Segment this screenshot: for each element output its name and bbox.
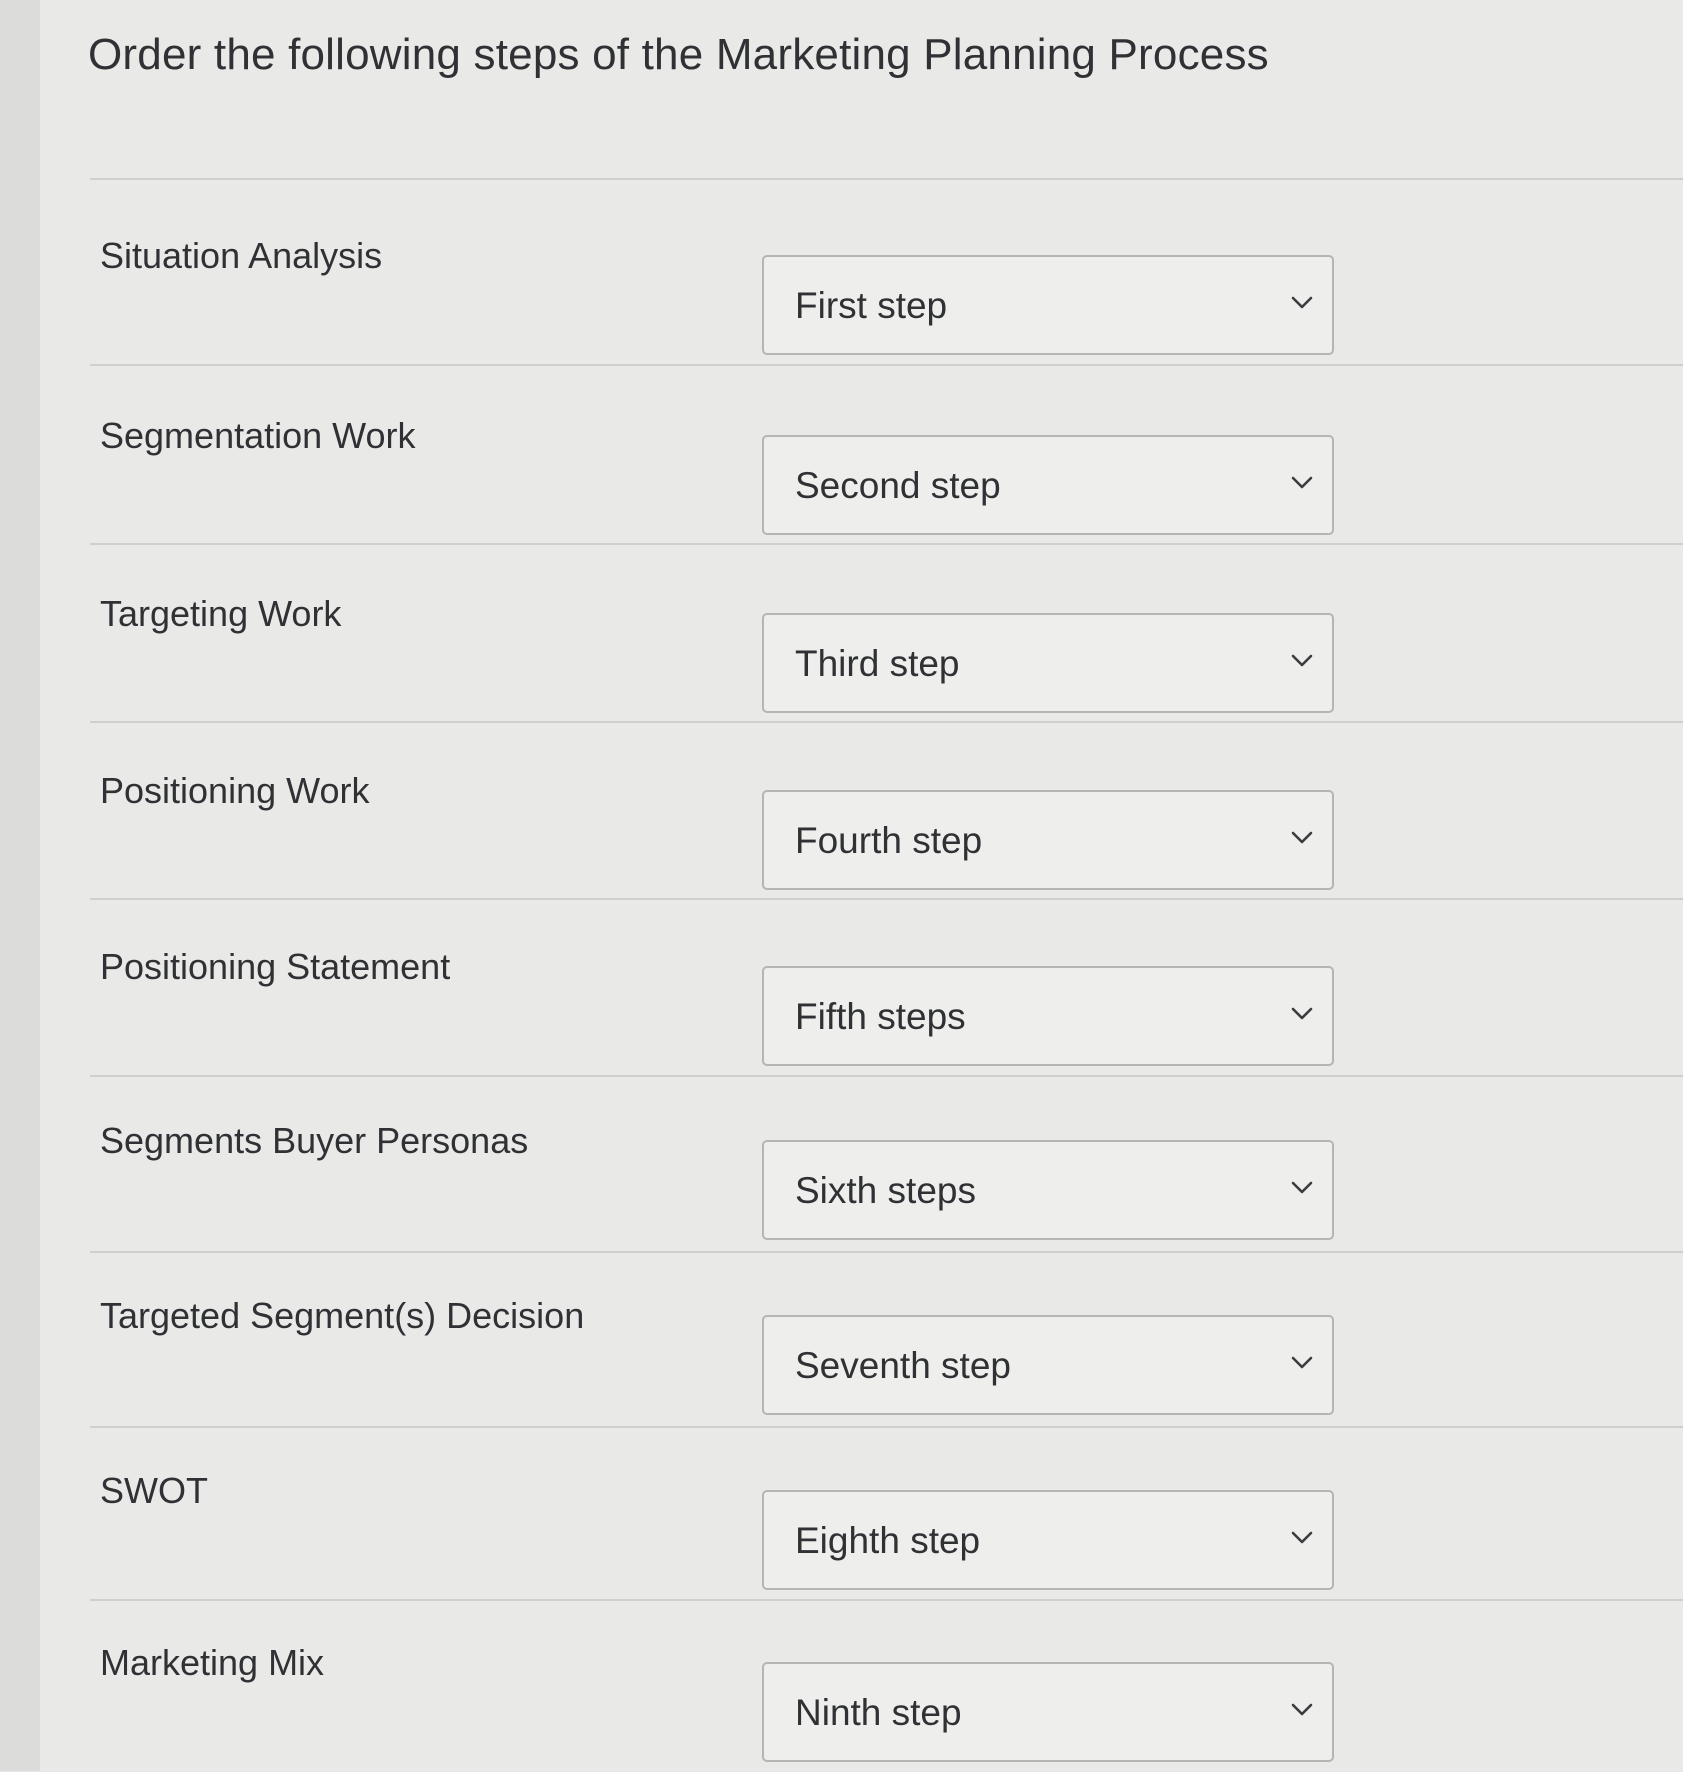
row-divider	[90, 178, 1683, 180]
item-label: Situation Analysis	[100, 235, 383, 276]
dropdown-selected-value: Ninth step	[795, 1692, 962, 1733]
item-label: Segments Buyer Personas	[100, 1120, 529, 1161]
step-dropdown[interactable]: Fifth steps	[762, 966, 1334, 1066]
dropdown-selected-value: Eighth step	[795, 1520, 981, 1561]
step-dropdown[interactable]: First step	[762, 255, 1334, 355]
match-row: Positioning Work Fourth step	[100, 750, 1683, 900]
match-row: Positioning Statement Fifth steps	[100, 926, 1683, 1076]
chevron-down-icon	[1290, 653, 1314, 669]
item-label: Positioning Statement	[100, 946, 451, 987]
match-row: Segmentation Work Second step	[100, 395, 1683, 545]
match-row: SWOT Eighth step	[100, 1450, 1683, 1600]
item-label: SWOT	[100, 1470, 208, 1511]
dropdown-selected-value: Seventh step	[795, 1345, 1011, 1386]
question-title: Order the following steps of the Marketi…	[88, 30, 1269, 79]
dropdown-selected-value: First step	[795, 285, 948, 326]
chevron-down-icon	[1290, 295, 1314, 311]
chevron-down-icon	[1290, 475, 1314, 491]
match-row: Situation Analysis First step	[100, 215, 1683, 365]
left-rail	[0, 0, 42, 1771]
step-dropdown[interactable]: Third step	[762, 613, 1334, 713]
item-label: Targeting Work	[100, 593, 342, 634]
item-label: Targeted Segment(s) Decision	[100, 1295, 585, 1336]
question-panel: Order the following steps of the Marketi…	[40, 0, 1683, 1771]
chevron-down-icon	[1290, 1355, 1314, 1371]
chevron-down-icon	[1290, 1530, 1314, 1546]
row-divider	[90, 1251, 1683, 1253]
chevron-down-icon	[1290, 830, 1314, 846]
item-label: Positioning Work	[100, 770, 370, 811]
match-row: Segments Buyer Personas Sixth steps	[100, 1100, 1683, 1250]
step-dropdown[interactable]: Seventh step	[762, 1315, 1334, 1415]
step-dropdown[interactable]: Eighth step	[762, 1490, 1334, 1590]
row-divider	[90, 543, 1683, 545]
step-dropdown[interactable]: Second step	[762, 435, 1334, 535]
step-dropdown[interactable]: Sixth steps	[762, 1140, 1334, 1240]
item-label: Segmentation Work	[100, 415, 416, 456]
match-row: Targeted Segment(s) Decision Seventh ste…	[100, 1275, 1683, 1425]
chevron-down-icon	[1290, 1006, 1314, 1022]
dropdown-selected-value: Sixth steps	[795, 1170, 976, 1211]
dropdown-selected-value: Second step	[795, 465, 1001, 506]
row-divider	[90, 898, 1683, 900]
step-dropdown[interactable]: Fourth step	[762, 790, 1334, 890]
row-divider	[90, 1599, 1683, 1601]
step-dropdown[interactable]: Ninth step	[762, 1662, 1334, 1762]
chevron-down-icon	[1290, 1702, 1314, 1718]
item-label: Marketing Mix	[100, 1642, 325, 1683]
dropdown-selected-value: Fifth steps	[795, 996, 966, 1037]
chevron-down-icon	[1290, 1180, 1314, 1196]
row-divider	[90, 1075, 1683, 1077]
dropdown-selected-value: Fourth step	[795, 820, 983, 861]
match-row: Targeting Work Third step	[100, 573, 1683, 723]
row-divider	[90, 364, 1683, 366]
match-row: Marketing Mix Ninth step	[100, 1622, 1683, 1772]
row-divider	[90, 1426, 1683, 1428]
dropdown-selected-value: Third step	[795, 643, 960, 684]
row-divider	[90, 721, 1683, 723]
